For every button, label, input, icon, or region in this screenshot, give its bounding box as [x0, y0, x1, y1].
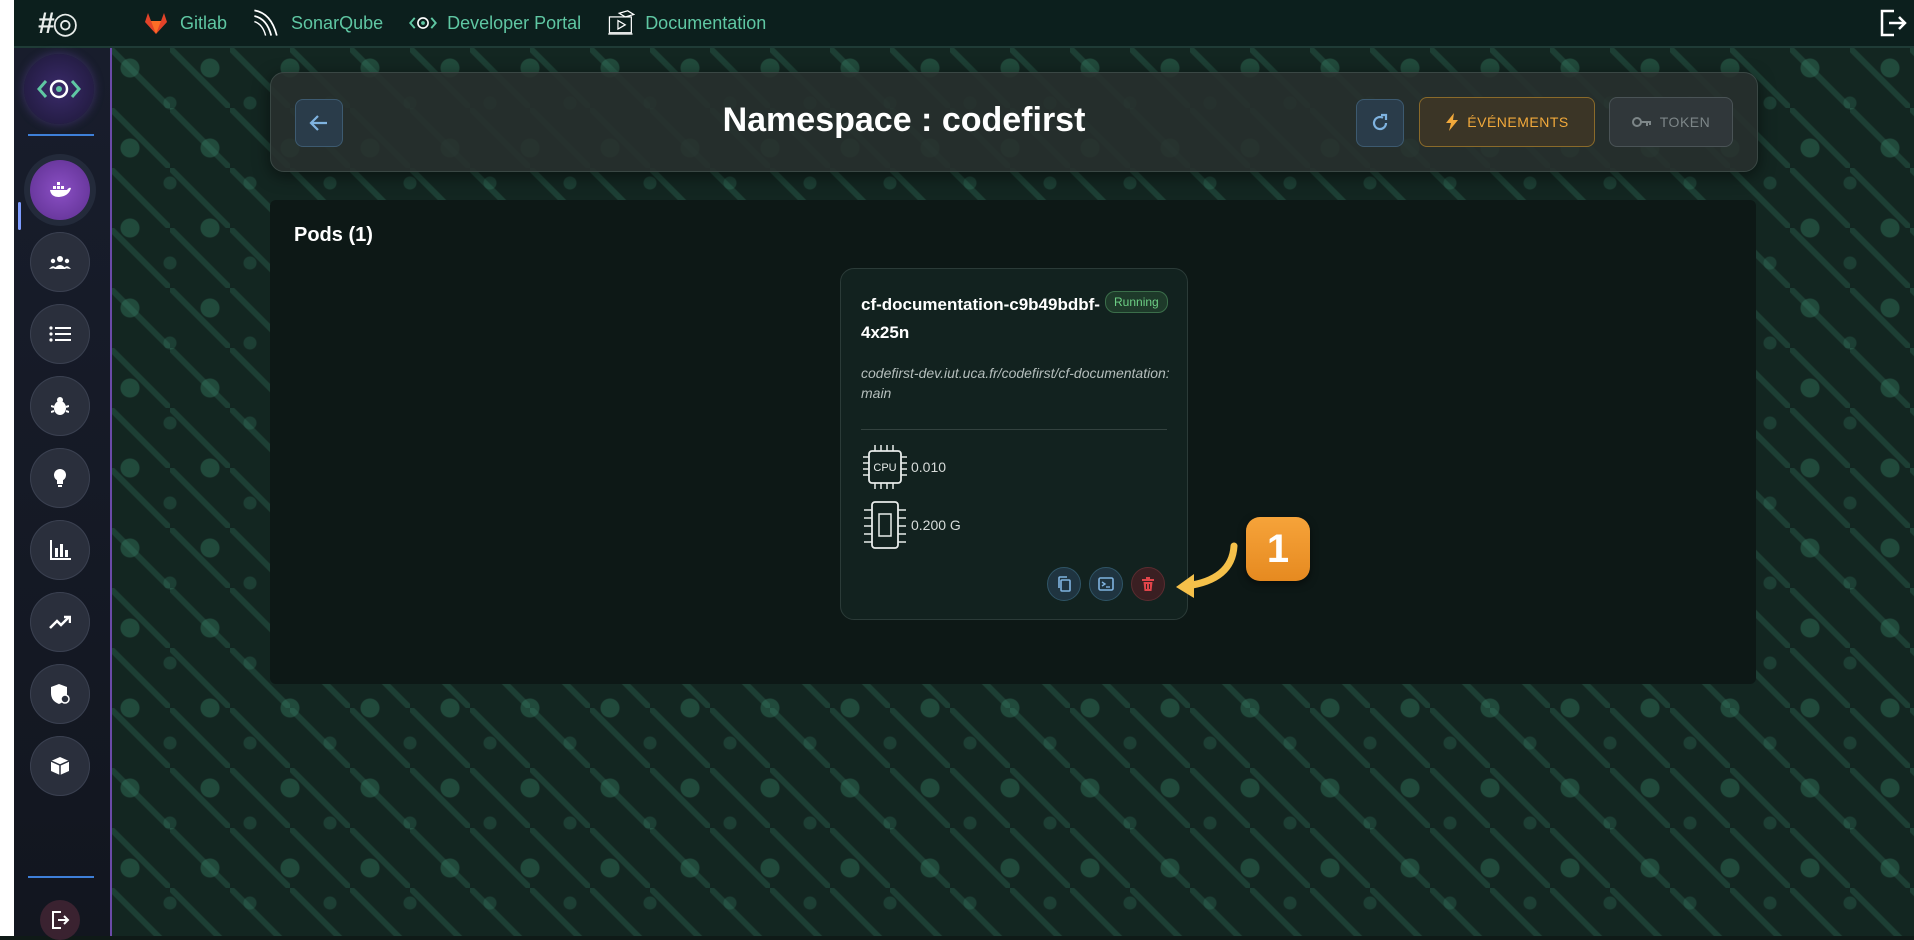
sidebar-item-trends[interactable]: [30, 592, 90, 652]
pod-card: cf-documentation-c9b49bdbf-4x25n Running…: [840, 268, 1188, 620]
top-navigation-bar: #◎ Gitlab SonarQube Developer Portal Doc…: [14, 0, 1914, 48]
window-edge: [0, 0, 14, 936]
sidebar-logo[interactable]: [24, 54, 94, 124]
pod-actions: [1039, 567, 1165, 601]
cpu-chip-icon: CPU: [861, 443, 909, 491]
pod-image: codefirst-dev.iut.uca.fr/codefirst/cf-do…: [861, 365, 1170, 401]
sidebar-logout-button[interactable]: [40, 900, 80, 940]
sidebar: [14, 48, 112, 940]
users-icon: [49, 256, 71, 269]
list-icon: [49, 326, 71, 342]
nav-link-label: Gitlab: [180, 12, 228, 33]
nav-link-sonarqube[interactable]: SonarQube: [253, 9, 383, 37]
memory-chip-icon: [861, 501, 909, 549]
codefirst-logo-icon: #◎: [37, 6, 79, 40]
memory-metric: 0.200 G: [861, 501, 961, 549]
sidebar-item-packages[interactable]: [30, 736, 90, 796]
sidebar-active-indicator: [18, 202, 21, 230]
annotation-badge: 1: [1246, 517, 1310, 581]
trending-icon: [49, 615, 71, 629]
developer-portal-icon: [37, 79, 81, 99]
cpu-value: 0.010: [911, 459, 947, 475]
lightning-icon: [1446, 113, 1459, 131]
bug-icon: [51, 397, 69, 415]
trash-icon: [1142, 577, 1154, 591]
pods-section-title: Pods (1): [294, 224, 373, 246]
brand-logo[interactable]: #◎: [22, 0, 92, 46]
sidebar-item-ideas[interactable]: [30, 448, 90, 508]
events-button-label: ÉVÉNEMENTS: [1467, 114, 1569, 130]
cpu-icon-label: CPU: [873, 462, 896, 474]
copy-button[interactable]: [1047, 567, 1081, 601]
shield-icon: [51, 684, 70, 704]
sidebar-item-list[interactable]: [30, 304, 90, 364]
memory-value: 0.200 G: [911, 517, 961, 533]
pod-name: cf-documentation-c9b49bdbf-4x25n: [861, 295, 1100, 342]
developer-portal-icon: [409, 9, 438, 37]
terminal-icon: [1098, 577, 1114, 591]
sonarqube-icon: [253, 9, 281, 37]
nav-link-documentation[interactable]: Documentation: [607, 9, 766, 37]
delete-button[interactable]: [1131, 567, 1165, 601]
sidebar-item-security[interactable]: [30, 664, 90, 724]
bar-chart-icon: [50, 540, 71, 560]
nav-link-label: SonarQube: [291, 12, 384, 33]
refresh-icon: [1372, 113, 1388, 131]
sidebar-item-users[interactable]: [30, 232, 90, 292]
annotation-arrow-icon: [1176, 542, 1238, 598]
cube-icon: [50, 757, 70, 775]
top-nav-links: Gitlab SonarQube Developer Portal Docume…: [142, 9, 792, 37]
status-badge: Running: [1105, 291, 1168, 313]
lightbulb-icon: [54, 469, 66, 487]
sidebar-item-bugs[interactable]: [30, 376, 90, 436]
events-button[interactable]: ÉVÉNEMENTS: [1419, 97, 1595, 147]
cpu-metric: CPU 0.010: [861, 443, 946, 491]
logout-icon: [52, 911, 70, 929]
card-divider: [861, 429, 1167, 430]
logout-icon[interactable]: [1876, 7, 1908, 39]
copy-icon: [1058, 576, 1071, 592]
key-icon: [1631, 117, 1651, 127]
nav-link-gitlab[interactable]: Gitlab: [142, 9, 227, 37]
token-button[interactable]: TOKEN: [1609, 97, 1733, 147]
gitlab-icon: [142, 9, 170, 37]
pods-section: Pods (1) cf-documentation-c9b49bdbf-4x25…: [270, 200, 1756, 684]
nav-link-label: Developer Portal: [447, 12, 582, 33]
sidebar-item-statistics[interactable]: [30, 520, 90, 580]
sidebar-divider: [28, 134, 94, 136]
nav-link-label: Documentation: [645, 12, 767, 33]
refresh-button[interactable]: [1356, 99, 1404, 147]
namespace-header: Namespace : codefirst ÉVÉNEMENTS TOKEN: [270, 72, 1758, 172]
documentation-icon: [607, 9, 636, 37]
token-button-label: TOKEN: [1659, 114, 1711, 130]
docker-icon: [50, 182, 71, 197]
terminal-button[interactable]: [1089, 567, 1123, 601]
sidebar-item-containers[interactable]: [30, 160, 90, 220]
nav-link-developer-portal[interactable]: Developer Portal: [409, 9, 581, 37]
sidebar-divider: [28, 876, 94, 878]
